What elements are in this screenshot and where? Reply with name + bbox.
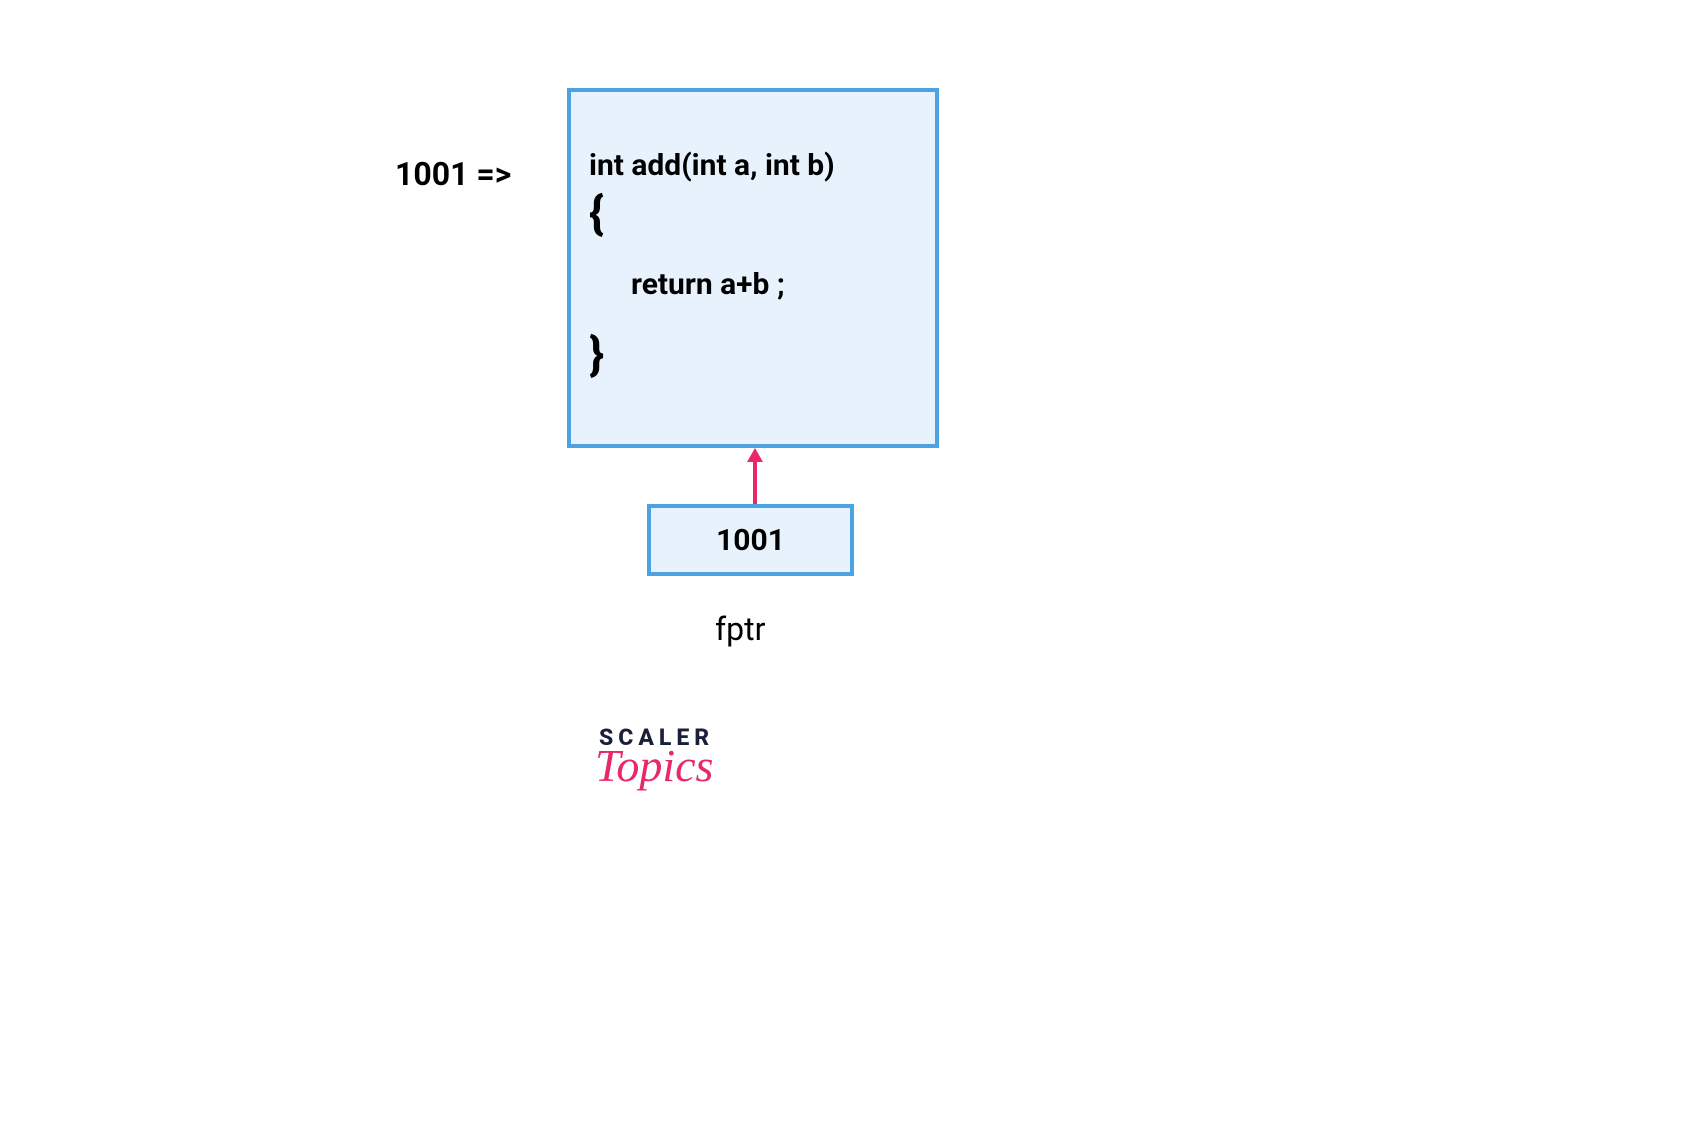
open-brace: {	[589, 191, 917, 237]
scaler-topics-logo: SCALER Topics	[599, 726, 714, 789]
memory-address-label: 1001 =>	[395, 155, 511, 193]
function-body: return a+b ;	[589, 267, 917, 302]
pointer-value-box: 1001	[647, 504, 854, 576]
pointer-stored-address: 1001	[716, 523, 785, 558]
logo-bottom-text: Topics	[595, 743, 714, 789]
pointer-arrow	[751, 448, 759, 508]
close-brace: }	[589, 332, 917, 378]
pointer-variable-name: fptr	[715, 610, 765, 648]
function-code-box: int add(int a, int b) { return a+b ; }	[567, 88, 939, 448]
arrow-line	[753, 456, 757, 508]
function-pointer-diagram: 1001 => int add(int a, int b) { return a…	[0, 0, 1701, 1147]
function-signature: int add(int a, int b)	[589, 148, 917, 183]
